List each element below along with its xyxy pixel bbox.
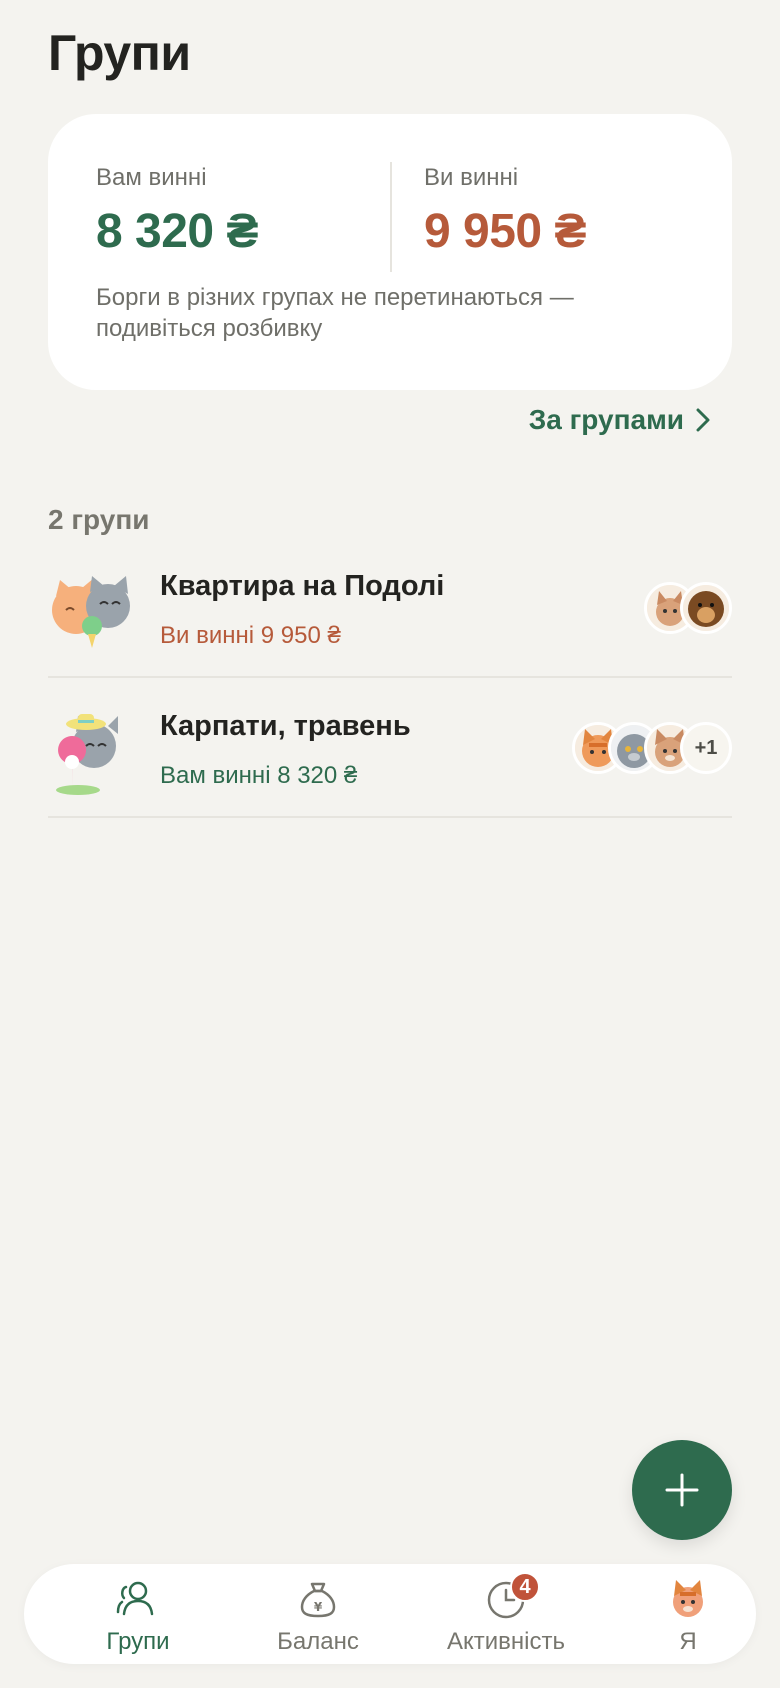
group-name: Квартира на Подолі (160, 570, 445, 602)
add-group-button[interactable] (632, 1440, 732, 1540)
activity-badge: 4 (510, 1572, 540, 1602)
money-bag-icon: ¥ (300, 1582, 336, 1618)
member-avatars (644, 582, 732, 634)
group-balance-status: Ви винні 9 950 ₴ (160, 622, 341, 649)
more-members-count: +1 (680, 722, 732, 774)
tab-profile[interactable]: Я (598, 1578, 778, 1658)
plus-icon (665, 1473, 699, 1507)
two-cats-sticker-icon (52, 576, 130, 648)
tab-label: Я (679, 1628, 697, 1655)
owed-to-you-amount: 8 320 ₴ (96, 205, 258, 258)
owed-to-you-block: Вам винні 8 320 ₴ (96, 164, 258, 259)
bottom-tab-bar: Групи ¥ Баланс 4 Активність Я (24, 1564, 756, 1664)
by-groups-link-label: За групами (528, 404, 684, 435)
tab-label: Групи (106, 1628, 170, 1655)
group-row-kvartyra[interactable]: Квартира на Подолі Ви винні 9 950 ₴ (48, 538, 732, 678)
chevron-right-icon (696, 408, 710, 432)
clock-icon-wrap: 4 (484, 1572, 540, 1620)
you-owe-amount: 9 950 ₴ (424, 205, 586, 258)
tab-activity[interactable]: 4 Активність (416, 1572, 596, 1658)
member-avatars: +1 (572, 722, 732, 774)
tab-balance[interactable]: ¥ Баланс (228, 1578, 408, 1658)
people-icon (116, 1581, 154, 1616)
tab-label: Активність (446, 1628, 565, 1655)
by-groups-link[interactable]: За групами (529, 404, 710, 436)
you-owe-label: Ви винні (424, 164, 519, 191)
svg-text:¥: ¥ (314, 1600, 323, 1614)
cat-with-pin-sticker-icon (56, 714, 118, 795)
dog-avatar-icon (680, 582, 732, 634)
group-row-karpaty[interactable]: Карпати, травень Вам винні 8 320 ₴ +1 (48, 678, 732, 818)
page-title: Групи (48, 25, 191, 81)
groups-count: 2 групи (48, 504, 150, 535)
balance-summary-card: Вам винні 8 320 ₴ Ви винні 9 950 ₴ Борги… (48, 114, 732, 390)
owed-to-you-label: Вам винні (96, 164, 207, 191)
group-balance-status: Вам винні 8 320 ₴ (160, 762, 358, 789)
summary-note: Борги в різних групах не перетинаються —… (96, 284, 574, 342)
tab-groups[interactable]: Групи (48, 1578, 228, 1658)
tab-label: Баланс (277, 1628, 359, 1655)
summary-divider (390, 162, 392, 272)
group-name: Карпати, травень (160, 710, 411, 742)
profile-avatar-icon (673, 1580, 703, 1617)
groups-screen: Групи Вам винні 8 320 ₴ Ви винні 9 950 ₴… (0, 0, 780, 1688)
you-owe-block: Ви винні 9 950 ₴ (424, 164, 586, 259)
